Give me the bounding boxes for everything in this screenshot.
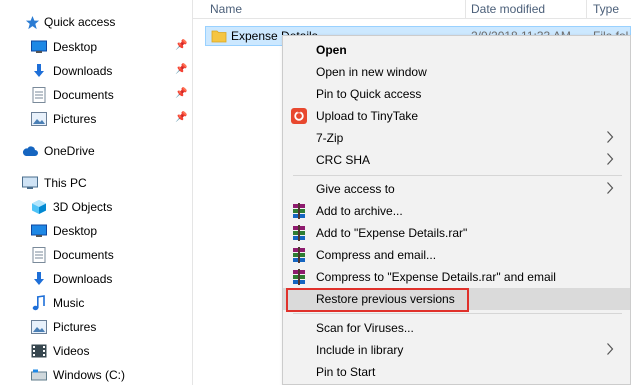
- desktop-icon: [31, 223, 47, 239]
- nav-item-label: Windows (C:): [53, 368, 126, 382]
- menu-item-include-library[interactable]: Include in library: [283, 339, 630, 361]
- pane-divider[interactable]: [192, 0, 193, 385]
- nav-onedrive-label: OneDrive: [44, 144, 95, 158]
- drive-icon: [31, 367, 47, 383]
- menu-item-label: Compress to "Expense Details.rar" and em…: [316, 270, 556, 284]
- chevron-right-icon: [606, 152, 614, 169]
- column-date-modified[interactable]: Date modified: [471, 0, 545, 18]
- menu-item-scan-viruses[interactable]: Scan for Viruses...: [283, 317, 630, 339]
- videos-icon: [31, 343, 47, 359]
- pin-icon[interactable]: 📌: [175, 112, 187, 123]
- pin-icon[interactable]: 📌: [175, 88, 187, 99]
- nav-item-desktop[interactable]: Desktop: [31, 37, 97, 57]
- menu-item-add-rar[interactable]: Add to "Expense Details.rar": [283, 222, 630, 244]
- nav-item-pictures[interactable]: Pictures: [31, 317, 96, 337]
- music-icon: [31, 295, 47, 311]
- winrar-icon: [291, 225, 307, 241]
- winrar-icon: [291, 203, 307, 219]
- column-name[interactable]: Name: [210, 0, 242, 18]
- nav-item-label: Documents: [53, 248, 114, 262]
- nav-item-3d-objects[interactable]: 3D Objects: [31, 197, 112, 217]
- nav-item-documents[interactable]: Documents: [31, 85, 114, 105]
- chevron-right-icon: [606, 342, 614, 359]
- desktop-icon: [31, 39, 47, 55]
- menu-separator: [293, 175, 622, 176]
- computer-icon: [22, 175, 38, 191]
- nav-item-desktop[interactable]: Desktop: [31, 221, 97, 241]
- nav-item-label: Pictures: [53, 112, 97, 126]
- downloads-icon: [31, 63, 47, 79]
- nav-item-downloads[interactable]: Downloads: [31, 269, 112, 289]
- star-icon: [24, 14, 40, 30]
- folder-icon: [211, 28, 227, 47]
- menu-item-open-new-window[interactable]: Open in new window: [283, 61, 630, 83]
- cloud-icon: [22, 143, 38, 159]
- nav-quick-access-label: Quick access: [44, 15, 116, 29]
- menu-item-compress-email[interactable]: Compress and email...: [283, 244, 630, 266]
- menu-item-7zip[interactable]: 7-Zip: [283, 127, 630, 149]
- winrar-icon: [291, 247, 307, 263]
- menu-item-open[interactable]: Open: [283, 39, 630, 61]
- nav-this-pc-label: This PC: [44, 176, 87, 190]
- nav-item-label: Pictures: [53, 320, 97, 334]
- menu-item-label: Upload to TinyTake: [316, 109, 419, 123]
- pictures-icon: [31, 111, 47, 127]
- menu-item-give-access[interactable]: Give access to: [283, 178, 630, 200]
- nav-item-drive-c[interactable]: Windows (C:): [31, 365, 125, 385]
- menu-item-label: Open: [316, 43, 347, 57]
- nav-item-label: Downloads: [53, 64, 113, 78]
- menu-item-compress-rar-email[interactable]: Compress to "Expense Details.rar" and em…: [283, 266, 630, 288]
- menu-separator: [293, 313, 622, 314]
- column-separator[interactable]: [586, 0, 587, 18]
- column-separator[interactable]: [465, 0, 466, 18]
- menu-item-label: Add to archive...: [316, 204, 403, 218]
- nav-item-label: Downloads: [53, 272, 113, 286]
- menu-item-crc-sha[interactable]: CRC SHA: [283, 149, 630, 171]
- pin-icon[interactable]: 📌: [175, 64, 187, 75]
- menu-item-label: CRC SHA: [316, 153, 371, 167]
- menu-item-add-archive[interactable]: Add to archive...: [283, 200, 630, 222]
- nav-item-label: Desktop: [53, 40, 98, 54]
- file-list-header: Name Date modified Type: [193, 0, 631, 19]
- menu-item-label: Pin to Quick access: [316, 87, 422, 101]
- nav-quick-access[interactable]: Quick access: [24, 12, 115, 32]
- 3d-objects-icon: [31, 199, 47, 215]
- tinytake-icon: [291, 108, 307, 124]
- menu-item-label: 7-Zip: [316, 131, 344, 145]
- nav-item-music[interactable]: Music: [31, 293, 84, 313]
- highlight-annotation-box: [286, 288, 469, 312]
- documents-icon: [31, 247, 47, 263]
- nav-item-documents[interactable]: Documents: [31, 245, 114, 265]
- column-type[interactable]: Type: [593, 0, 619, 18]
- nav-item-downloads[interactable]: Downloads: [31, 61, 112, 81]
- pin-icon[interactable]: 📌: [175, 40, 187, 51]
- nav-item-label: Desktop: [53, 224, 98, 238]
- menu-item-label: Pin to Start: [316, 365, 376, 379]
- menu-item-label: Open in new window: [316, 65, 427, 79]
- menu-item-label: Scan for Viruses...: [316, 321, 414, 335]
- chevron-right-icon: [606, 181, 614, 198]
- chevron-right-icon: [606, 130, 614, 147]
- context-menu: Open Open in new window Pin to Quick acc…: [282, 35, 631, 385]
- winrar-icon: [291, 269, 307, 285]
- nav-item-label: Videos: [53, 344, 90, 358]
- pictures-icon: [31, 319, 47, 335]
- menu-item-label: Compress and email...: [316, 248, 437, 262]
- menu-item-label: Give access to: [316, 182, 395, 196]
- menu-item-upload-tinytake[interactable]: Upload to TinyTake: [283, 105, 630, 127]
- documents-icon: [31, 87, 47, 103]
- nav-item-label: Music: [53, 296, 85, 310]
- navigation-pane: Quick access Desktop 📌 Downloads 📌 Docum…: [0, 0, 192, 385]
- nav-item-label: Documents: [53, 88, 114, 102]
- downloads-icon: [31, 271, 47, 287]
- nav-onedrive[interactable]: OneDrive: [22, 141, 95, 161]
- nav-item-pictures[interactable]: Pictures: [31, 109, 96, 129]
- nav-this-pc[interactable]: This PC: [22, 173, 87, 193]
- nav-item-videos[interactable]: Videos: [31, 341, 89, 361]
- menu-item-label: Add to "Expense Details.rar": [316, 226, 468, 240]
- nav-item-label: 3D Objects: [53, 200, 113, 214]
- menu-item-label: Include in library: [316, 343, 404, 357]
- menu-item-pin-start[interactable]: Pin to Start: [283, 361, 630, 383]
- menu-item-pin-quick-access[interactable]: Pin to Quick access: [283, 83, 630, 105]
